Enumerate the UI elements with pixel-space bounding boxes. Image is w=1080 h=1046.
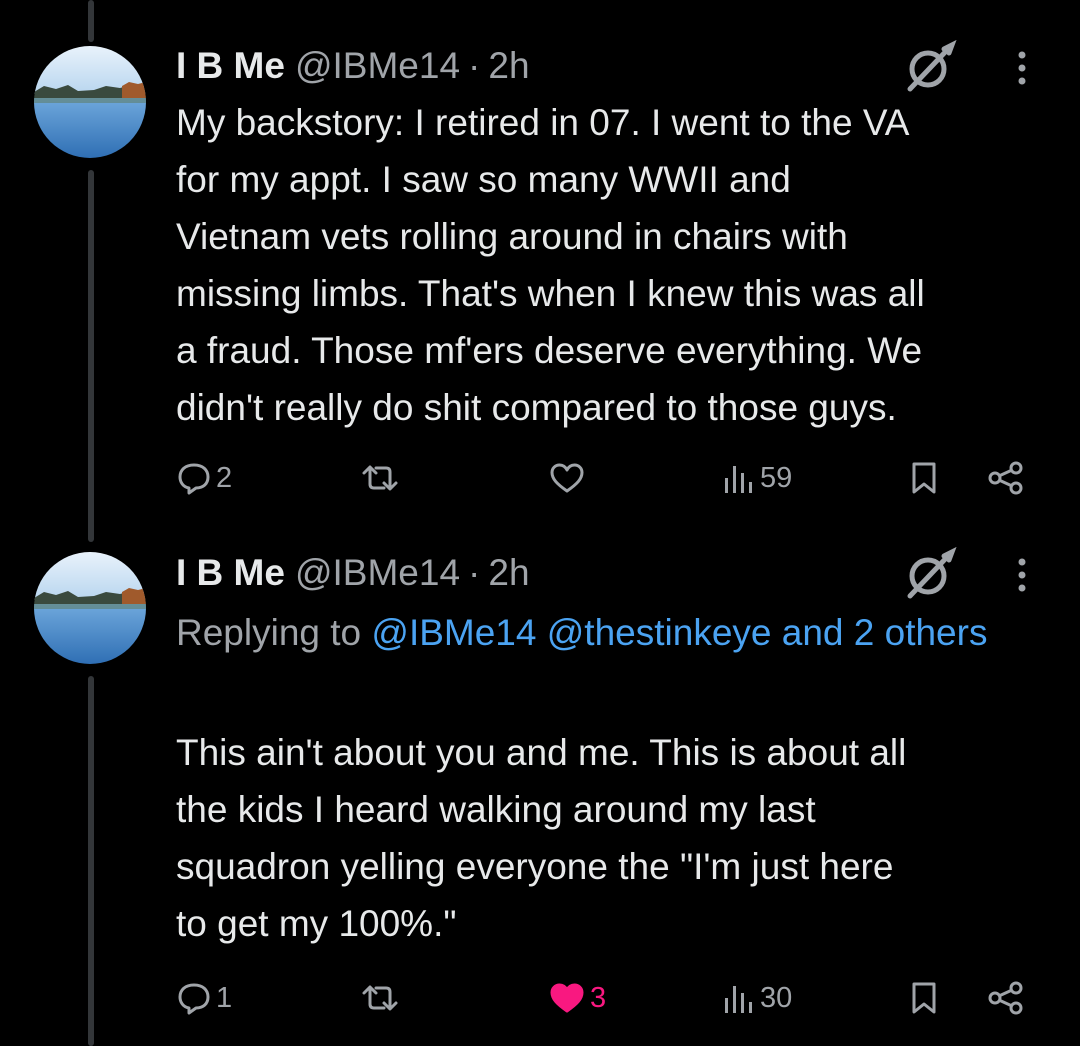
author-handle[interactable]: @IBMe14 xyxy=(295,552,460,594)
tweet-header: I B Me @IBMe14 · 2h xyxy=(176,551,530,595)
replying-to-prefix: Replying to xyxy=(176,612,362,653)
views-count: 30 xyxy=(760,981,793,1014)
share-icon xyxy=(986,980,1026,1016)
views-icon xyxy=(722,980,756,1016)
tweet-2[interactable]: I B Me @IBMe14 · 2h Replying to @IBMe14 … xyxy=(0,0,1080,1046)
action-bar: 1 3 30 xyxy=(0,978,1080,1018)
timestamp[interactable]: 2h xyxy=(488,552,529,594)
like-count: 3 xyxy=(590,981,607,1014)
replying-to-mentions[interactable]: @IBMe14 @thestinkeye and 2 others xyxy=(371,612,987,653)
grok-icon[interactable] xyxy=(900,545,960,605)
views-button[interactable]: 30 xyxy=(722,978,792,1018)
bookmark-icon xyxy=(906,980,942,1016)
separator-dot: · xyxy=(468,552,481,593)
reply-button[interactable]: 1 xyxy=(176,978,232,1018)
share-button[interactable] xyxy=(986,978,1026,1018)
author-name[interactable]: I B Me xyxy=(176,552,285,594)
bookmark-button[interactable] xyxy=(906,978,942,1018)
replying-to: Replying to @IBMe14 @thestinkeye and 2 o… xyxy=(176,604,1036,661)
repost-icon xyxy=(358,980,402,1016)
repost-button[interactable] xyxy=(358,978,406,1018)
like-icon xyxy=(548,980,586,1016)
more-icon[interactable] xyxy=(1010,553,1034,597)
reply-count: 1 xyxy=(216,981,233,1014)
reply-icon xyxy=(176,980,212,1016)
tweet-text: This ain't about you and me. This is abo… xyxy=(176,732,907,944)
like-button[interactable]: 3 xyxy=(548,978,606,1018)
avatar[interactable] xyxy=(34,552,146,664)
